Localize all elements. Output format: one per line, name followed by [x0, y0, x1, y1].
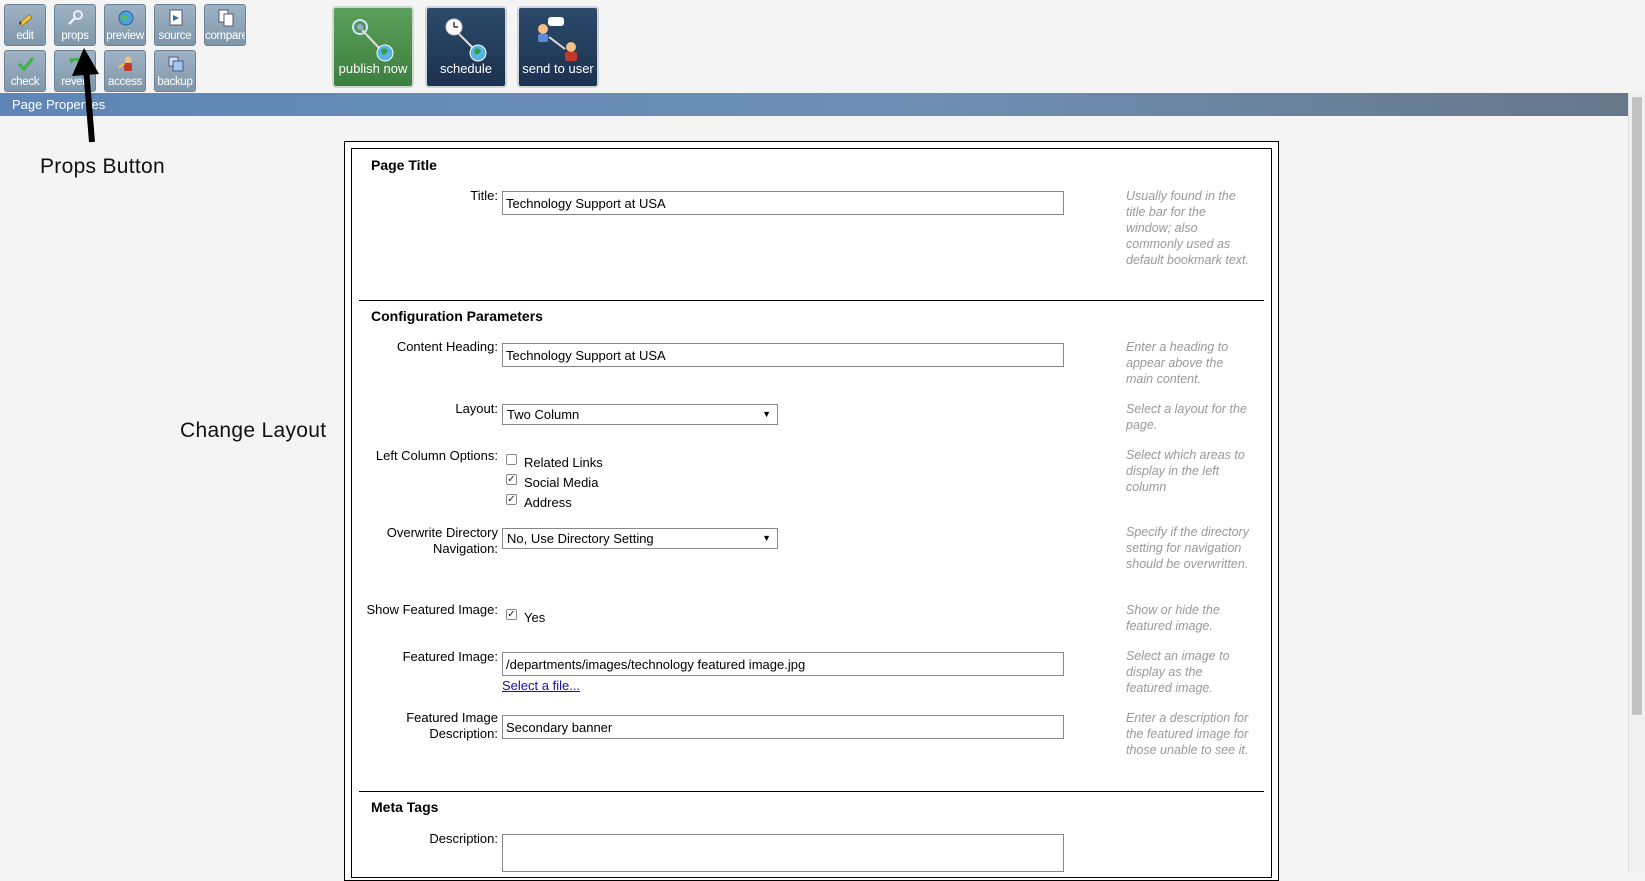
checkmark-icon — [17, 57, 35, 72]
send-to-user-label: send to user — [522, 61, 594, 76]
props-button-annotation: Props Button — [40, 155, 166, 178]
send-to-user-button[interactable]: send to user — [517, 6, 599, 88]
layout-select[interactable]: Two Column ▼ — [502, 404, 778, 425]
vertical-scrollbar[interactable] — [1628, 93, 1645, 872]
backup-button[interactable]: backup — [154, 50, 196, 92]
access-button-label: access — [108, 76, 142, 88]
props-button-label: props — [61, 30, 89, 42]
backup-icon — [168, 56, 184, 72]
overwrite-nav-select[interactable]: No, Use Directory Setting ▼ — [502, 528, 778, 549]
show-featured-checkbox[interactable]: ✓ — [506, 609, 517, 620]
schedule-icon — [445, 18, 487, 62]
preview-button[interactable]: preview — [104, 4, 146, 46]
layout-select-value: Two Column — [507, 407, 580, 422]
send-to-user-icon — [538, 17, 577, 61]
left-column-options-label: Left Column Options: — [375, 448, 498, 463]
title-help: Usually found in the title bar for the w… — [1126, 189, 1249, 267]
access-button[interactable]: access — [104, 50, 146, 92]
show-featured-label: Show Featured Image: — [366, 602, 498, 617]
title-label: Title: — [470, 188, 498, 203]
description-label: Description: — [429, 831, 498, 846]
overwrite-nav-select-value: No, Use Directory Setting — [507, 531, 654, 546]
publish-now-label: publish now — [338, 61, 408, 76]
preview-button-label: preview — [106, 30, 144, 42]
overwrite-nav-help: Specify if the directory setting for nav… — [1126, 525, 1249, 571]
config-section-heading: Configuration Parameters — [371, 308, 543, 324]
props-button[interactable]: props — [54, 4, 96, 46]
props-arrow-icon — [72, 48, 99, 143]
show-featured-help: Show or hide the featured image. — [1126, 603, 1220, 633]
tools-icon — [68, 10, 83, 25]
section-divider — [359, 791, 1264, 792]
edit-button[interactable]: edit — [4, 4, 46, 46]
source-button[interactable]: source — [154, 4, 196, 46]
show-featured-option: Yes — [524, 610, 546, 625]
address-checkbox[interactable]: ✓ — [506, 494, 517, 505]
source-icon — [169, 9, 183, 26]
social-media-label: Social Media — [524, 475, 599, 490]
dropdown-arrow-icon: ▼ — [762, 533, 771, 543]
meta-tags-section-heading: Meta Tags — [371, 799, 439, 815]
select-file-link[interactable]: Select a file... — [502, 678, 580, 693]
featured-image-input[interactable] — [502, 652, 1064, 676]
featured-image-label: Featured Image: — [402, 649, 498, 664]
title-input[interactable] — [502, 191, 1064, 215]
address-label: Address — [524, 495, 572, 510]
edit-button-label: edit — [16, 30, 34, 42]
content-heading-help: Enter a heading to appear above the main… — [1126, 340, 1229, 386]
check-button-label: check — [10, 76, 40, 88]
compare-button-label: compare — [205, 30, 245, 42]
content-heading-input[interactable] — [502, 343, 1064, 367]
social-media-checkbox[interactable]: ✓ — [506, 474, 517, 485]
content-heading-label: Content Heading: — [396, 339, 498, 354]
page-title-section-heading: Page Title — [371, 157, 437, 173]
description-textarea[interactable] — [502, 834, 1064, 872]
schedule-label: schedule — [439, 61, 493, 76]
schedule-button[interactable]: schedule — [425, 6, 507, 88]
featured-desc-input[interactable] — [502, 715, 1064, 739]
publish-now-button[interactable]: publish now — [332, 6, 414, 88]
change-layout-annotation: Change Layout — [180, 419, 327, 442]
dropdown-arrow-icon: ▼ — [762, 409, 771, 419]
left-column-help: Select which areas to display in the lef… — [1126, 448, 1245, 494]
backup-button-label: backup — [157, 76, 193, 88]
section-divider — [359, 300, 1264, 301]
featured-desc-label: Featured Image Description: — [406, 710, 498, 741]
layout-label: Layout: — [455, 401, 498, 416]
globe-icon — [118, 10, 134, 26]
featured-desc-help: Enter a description for the featured ima… — [1126, 711, 1249, 757]
layout-help: Select a layout for the page. — [1126, 402, 1247, 432]
pencil-icon — [18, 14, 33, 27]
compare-button[interactable]: compare — [204, 4, 246, 46]
access-icon — [117, 56, 132, 71]
source-button-label: source — [158, 30, 192, 42]
publish-icon — [352, 19, 394, 62]
scrollbar-thumb[interactable] — [1632, 97, 1642, 715]
related-links-label: Related Links — [524, 455, 603, 470]
featured-image-help: Select an image to display as the featur… — [1126, 649, 1230, 695]
check-button[interactable]: check — [4, 50, 46, 92]
page-properties-titlebar: Page Properties — [0, 93, 1628, 116]
overwrite-nav-label: Overwrite Directory Navigation: — [386, 525, 498, 556]
related-links-checkbox[interactable] — [506, 454, 517, 465]
compare-icon — [218, 9, 234, 27]
